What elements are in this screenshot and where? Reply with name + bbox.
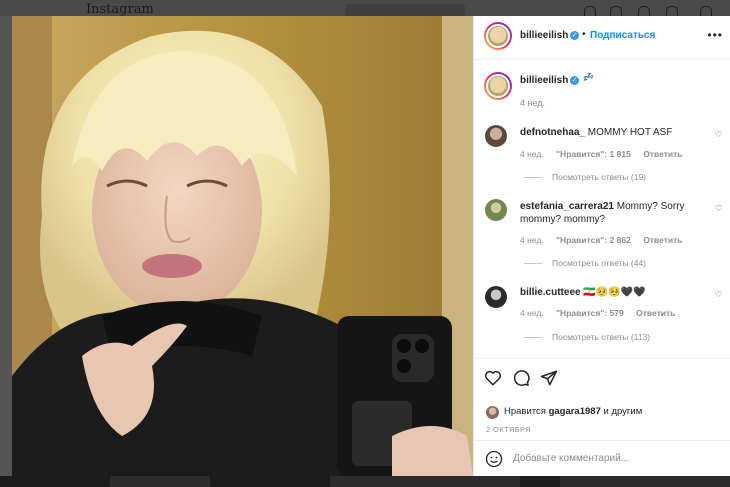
background-thumbnail xyxy=(560,476,730,487)
messages-icon xyxy=(610,6,622,16)
caption-username[interactable]: billieeilish xyxy=(520,75,568,86)
view-replies-label: Посмотреть ответы (113) xyxy=(552,332,651,342)
comment-username[interactable]: defnotnehaa_ xyxy=(520,127,585,138)
comment-meta: 4 нед. "Нравится": 1 815 Ответить xyxy=(520,149,692,159)
comment-like-icon[interactable]: ♡ xyxy=(715,290,722,299)
replies-divider xyxy=(524,263,542,265)
likes-user[interactable]: gagara1987 xyxy=(549,406,601,417)
explore-icon xyxy=(638,6,650,16)
likes-prefix: Нравится xyxy=(504,406,546,417)
add-comment-bar: Добавьте комментарий... xyxy=(474,440,730,476)
author-avatar[interactable] xyxy=(484,22,512,50)
replies-divider xyxy=(524,337,542,339)
separator-dot: • xyxy=(582,29,586,40)
add-comment-input[interactable]: Добавьте комментарий... xyxy=(513,453,629,464)
caption-time[interactable]: 4 нед. xyxy=(520,98,545,108)
reply-button[interactable]: Ответить xyxy=(636,308,675,318)
comment-text: 🇮🇷🥺🥺🖤🖤 xyxy=(583,287,646,298)
comment-username[interactable]: estefania_carrera21 xyxy=(520,201,614,212)
background-thumbnail xyxy=(110,476,210,487)
view-replies-button[interactable]: Посмотреть ответы (113) xyxy=(524,332,650,342)
comment-time[interactable]: 4 нед. xyxy=(520,235,544,245)
comment-icon[interactable] xyxy=(512,369,530,387)
post-side-panel: billieeilish ✓ • Подписаться ••• billiee… xyxy=(473,16,730,476)
reply-button[interactable]: Ответить xyxy=(643,149,682,159)
comment-avatar[interactable] xyxy=(485,286,507,308)
view-replies-button[interactable]: Посмотреть ответы (44) xyxy=(524,258,646,268)
comment-like-icon[interactable]: ♡ xyxy=(715,130,722,139)
background-header: Instagram xyxy=(0,0,730,17)
verified-badge-icon: ✓ xyxy=(570,31,579,40)
post-image xyxy=(12,16,473,476)
comment-time[interactable]: 4 нед. xyxy=(520,149,544,159)
share-icon[interactable] xyxy=(540,369,558,387)
comment-meta: 4 нед. "Нравится": 579 Ответить xyxy=(520,308,685,318)
follow-button[interactable]: Подписаться xyxy=(590,30,655,41)
view-replies-button[interactable]: Посмотреть ответы (19) xyxy=(524,172,646,182)
profile-icon xyxy=(700,6,712,16)
comment-likes[interactable]: "Нравится": 1 815 xyxy=(556,149,631,159)
liker-avatar[interactable] xyxy=(486,406,499,419)
caption-author-avatar[interactable] xyxy=(484,72,512,100)
post-date[interactable]: 2 ОКТЯБРЯ xyxy=(486,425,531,434)
comment-like-icon[interactable]: ♡ xyxy=(715,204,722,213)
comment-avatar[interactable] xyxy=(485,199,507,221)
replies-divider xyxy=(524,177,542,179)
comment-time[interactable]: 4 нед. xyxy=(520,308,544,318)
smile-icon[interactable] xyxy=(485,450,503,468)
comment-avatar[interactable] xyxy=(485,125,507,147)
view-replies-label: Посмотреть ответы (44) xyxy=(552,258,646,268)
post-photo[interactable] xyxy=(12,16,473,476)
activity-icon xyxy=(666,6,678,16)
comment-likes[interactable]: "Нравится": 579 xyxy=(556,308,624,318)
background-search xyxy=(345,4,465,16)
likes-suffix[interactable]: и другим xyxy=(604,406,643,417)
comment-likes[interactable]: "Нравится": 2 862 xyxy=(556,235,631,245)
comment-body: estefania_carrera21 Mommy? Sorry mommy? … xyxy=(520,200,720,226)
more-horizontal-icon[interactable]: ••• xyxy=(707,28,723,42)
heart-icon[interactable] xyxy=(484,369,502,387)
home-icon xyxy=(584,6,596,16)
comment-username[interactable]: billie.cutteee xyxy=(520,287,581,298)
background-left-strip xyxy=(0,16,12,476)
view-replies-label: Посмотреть ответы (19) xyxy=(552,172,646,182)
verified-badge-icon: ✓ xyxy=(570,76,579,85)
instagram-logo: Instagram xyxy=(86,2,154,17)
caption-text: 💤 xyxy=(582,72,594,82)
comment-body: billie.cutteee 🇮🇷🥺🥺🖤🖤 xyxy=(520,286,720,299)
author-username[interactable]: billieeilish xyxy=(520,30,568,41)
comment-body: defnotnehaa_ MOMMY HOT ASF xyxy=(520,126,720,139)
reply-button[interactable]: Ответить xyxy=(643,235,682,245)
post-header: billieeilish ✓ • Подписаться ••• xyxy=(474,16,730,60)
comment-text: MOMMY HOT ASF xyxy=(587,127,673,138)
likes-summary[interactable]: Нравится gagara1987 и другим xyxy=(504,406,642,417)
comment-meta: 4 нед. "Нравится": 2 862 Ответить xyxy=(520,235,692,245)
background-thumbnail xyxy=(330,476,520,487)
